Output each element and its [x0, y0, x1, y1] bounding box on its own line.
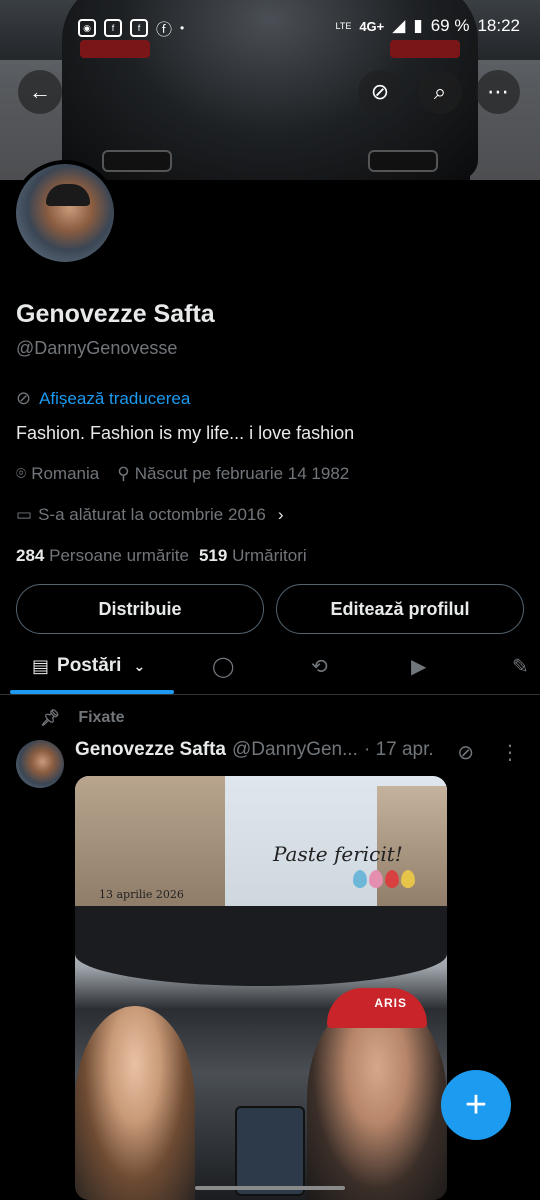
- post-image[interactable]: Paste fericit! 13 aprilie 2026 ARIS: [75, 776, 447, 1200]
- pin-icon: 📌︎: [40, 710, 61, 727]
- calendar-icon: ▭: [16, 505, 33, 524]
- more-options-button[interactable]: ⋯: [476, 70, 520, 114]
- media-icon: ▶: [411, 655, 427, 678]
- battery-level: 69 %: [430, 16, 470, 35]
- reply-bubble-icon: ◯: [212, 655, 235, 678]
- tab-reposts[interactable]: ⟲: [311, 644, 328, 688]
- status-bar: ◉ f f ⓕ • LTE 4G+ ◢ ▮ 69 % 18:22: [0, 12, 540, 42]
- notification-icon: ◉: [78, 19, 96, 37]
- profile-avatar[interactable]: [12, 160, 118, 266]
- cap-text: ARIS: [374, 996, 407, 1010]
- easter-eggs: [353, 870, 415, 888]
- following-count: 284: [16, 546, 45, 565]
- translate-link[interactable]: ⊘ Afișează traducerea: [16, 388, 190, 409]
- back-button[interactable]: ←: [18, 70, 62, 114]
- profile-tabs: ▤ Postări ⌄ ◯ ⟲ ▶ ✎: [0, 644, 540, 695]
- car-screen: [235, 1106, 305, 1196]
- translate-label: Afișează traducerea: [39, 388, 191, 408]
- dot-icon: •: [180, 21, 185, 35]
- grok-translate-icon: ⊘: [16, 388, 32, 408]
- post-author-name[interactable]: Genovezze Safta: [75, 739, 226, 761]
- location-icon: ⌾: [16, 464, 27, 483]
- post-author-avatar[interactable]: [16, 740, 64, 788]
- pinned-indicator: 📌︎ Fixate: [40, 708, 125, 728]
- tab-articles[interactable]: ✎: [512, 644, 529, 688]
- share-button[interactable]: Distribuie: [16, 584, 264, 634]
- followers-count: 519: [198, 546, 228, 565]
- post-date[interactable]: · 17 apr.: [364, 739, 434, 761]
- chevron-down-icon: ⌄: [133, 657, 146, 674]
- post-more-button[interactable]: ⋮: [500, 740, 520, 765]
- edit-profile-button[interactable]: Editează profilul: [276, 584, 524, 634]
- following-label: Persoane urmărite: [49, 546, 189, 565]
- search-icon: ⌕: [433, 79, 447, 104]
- chevron-right-icon: ›: [277, 505, 284, 524]
- articles-icon: ✎: [512, 655, 529, 678]
- post-author-handle[interactable]: @DannyGen...: [232, 739, 358, 761]
- followers-link[interactable]: 519 Urmăritori: [199, 546, 307, 566]
- image-greeting-text: Paste fericit!: [273, 842, 403, 866]
- home-indicator: [195, 1186, 345, 1190]
- tab-replies[interactable]: ◯: [212, 644, 234, 688]
- facebook-messenger-icon: f: [104, 19, 122, 37]
- followers-label: Urmăritori: [232, 546, 307, 565]
- network-label: 4G+: [359, 18, 385, 34]
- lte-label: LTE: [335, 21, 352, 31]
- following-link[interactable]: 284 Persoane urmărite: [16, 546, 189, 566]
- grok-button[interactable]: ⊘: [358, 70, 402, 114]
- profile-name: Genovezze Safta: [16, 300, 215, 328]
- profile-location: Romania: [31, 464, 100, 483]
- profile-bio: Fashion. Fashion is my life... i love fa…: [16, 423, 355, 443]
- signal-icon: ◢: [392, 16, 406, 35]
- more-horizontal-icon: ⋯: [487, 79, 509, 104]
- follow-stats: 284 Persoane urmărite 519 Urmăritori: [16, 546, 307, 566]
- profile-handle: @DannyGenovesse: [16, 338, 178, 358]
- birthday-icon: ⚲: [117, 464, 130, 483]
- profile-joined[interactable]: ▭ S-a alăturat la octombrie 2016 ›: [16, 505, 283, 525]
- image-date-text: 13 aprilie 2026: [99, 888, 184, 901]
- clock: 18:22: [477, 16, 520, 35]
- facebook-icon: ⓕ: [156, 22, 173, 39]
- messenger-icon: f: [130, 19, 148, 37]
- tab-posts[interactable]: ▤ Postări ⌄: [32, 644, 145, 688]
- battery-icon: ▮: [413, 16, 423, 35]
- repost-icon: ⟲: [311, 655, 328, 678]
- pinned-label: Fixate: [78, 709, 125, 726]
- back-arrow-icon: ←: [29, 79, 51, 104]
- grok-icon: ⊘: [370, 79, 390, 104]
- tab-posts-label: Postări: [57, 655, 122, 676]
- plus-icon: +: [464, 1083, 488, 1126]
- tab-media[interactable]: ▶: [411, 644, 426, 688]
- woman-in-photo: [75, 1006, 195, 1200]
- grok-post-button[interactable]: ⊘: [457, 740, 474, 765]
- joined-label: S-a alăturat la octombrie 2016: [38, 505, 266, 524]
- profile-birthdate: Născut pe februarie 14 1982: [134, 464, 350, 483]
- search-button[interactable]: ⌕: [418, 70, 462, 114]
- posts-icon: ▤: [32, 655, 50, 676]
- profile-meta: ⌾ Romania ⚲ Născut pe februarie 14 1982: [16, 464, 349, 484]
- compose-post-button[interactable]: +: [441, 1070, 511, 1140]
- post-header: Genovezze Safta @DannyGen... · 17 apr.: [75, 739, 434, 761]
